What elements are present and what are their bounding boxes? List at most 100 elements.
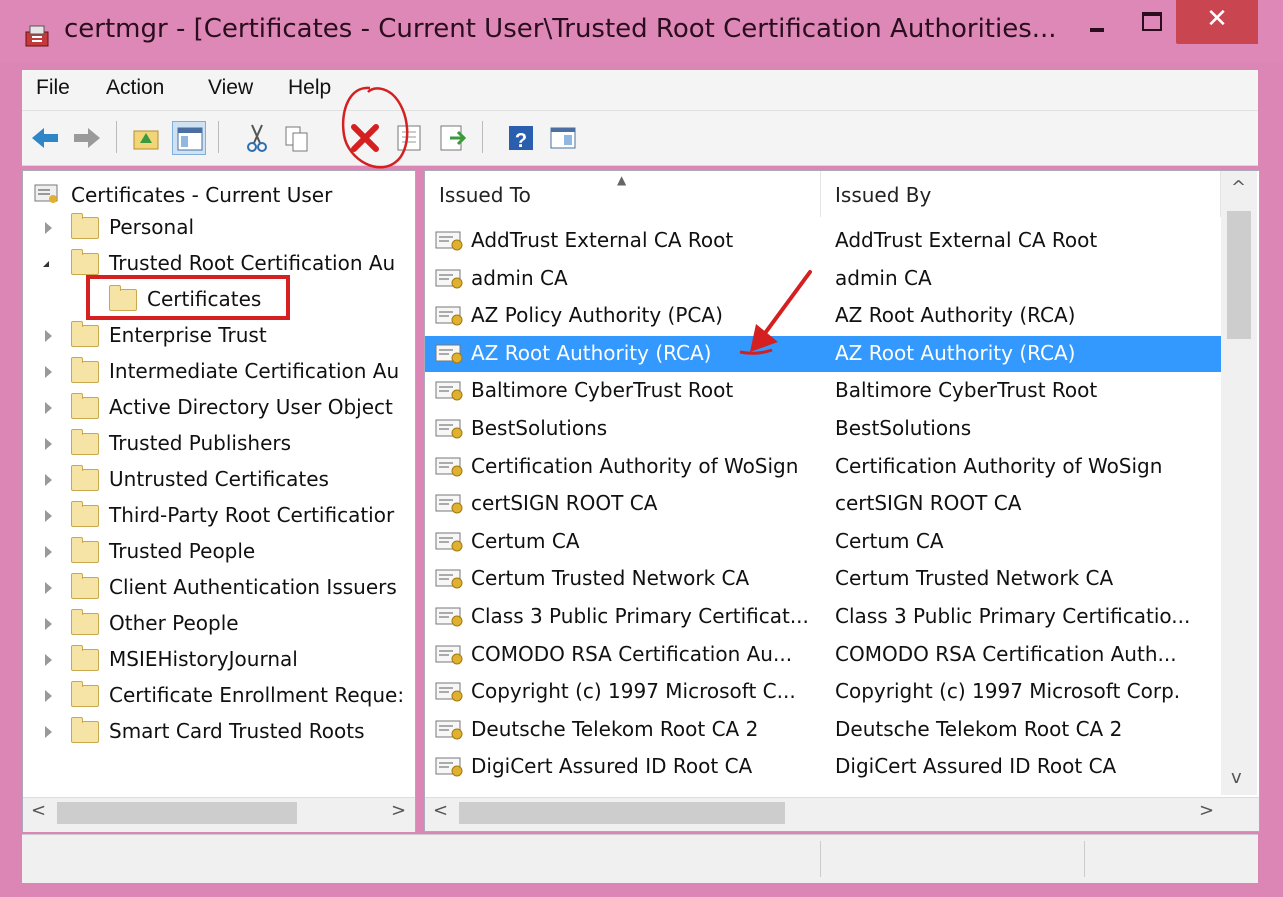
tree-item-client-auth[interactable]: Client Authentication Issuers xyxy=(23,571,413,605)
issued-to-cell: Baltimore CyberTrust Root xyxy=(471,378,734,403)
cut-button[interactable] xyxy=(240,121,274,155)
table-row[interactable]: Certum Trusted Network CA Certum Trusted … xyxy=(425,561,1221,597)
certificate-store-icon xyxy=(34,184,58,203)
issued-by-cell: BestSolutions xyxy=(835,416,972,440)
folder-icon xyxy=(71,537,99,563)
tree-item-third-party[interactable]: Third-Party Root Certificatior xyxy=(23,499,413,533)
help-icon: ? xyxy=(509,126,533,152)
table-row[interactable]: Copyright (c) 1997 Microsoft C... Copyrig… xyxy=(425,674,1221,710)
export-icon xyxy=(440,125,467,151)
scroll-thumb[interactable] xyxy=(1227,211,1251,339)
expand-arrow-icon[interactable] xyxy=(45,726,52,738)
copy-button[interactable] xyxy=(280,121,314,155)
table-row[interactable]: AZ Root Authority (RCA) AZ Root Authority… xyxy=(425,335,1221,372)
table-row[interactable]: Deutsche Telekom Root CA 2 Deutsche Telek… xyxy=(425,712,1221,748)
tree-item-personal[interactable]: Personal xyxy=(23,211,413,245)
certificate-icon xyxy=(435,569,463,589)
issued-to-cell: Certum CA xyxy=(471,528,580,553)
tree-item-label: Active Directory User Object xyxy=(109,395,393,419)
certificate-icon xyxy=(435,682,463,702)
table-row[interactable]: AddTrust External CA Root AddTrust Extern… xyxy=(425,223,1221,259)
expand-arrow-icon[interactable] xyxy=(45,654,52,666)
scroll-thumb[interactable] xyxy=(57,802,297,824)
menu-view[interactable]: View xyxy=(208,76,253,100)
table-row[interactable]: BestSolutions BestSolutions xyxy=(425,411,1221,447)
up-folder-button[interactable] xyxy=(130,121,164,155)
certificate-icon xyxy=(435,344,463,364)
menu-action[interactable]: Action xyxy=(106,76,164,100)
tree-item-untrusted[interactable]: Untrusted Certificates xyxy=(23,463,413,497)
tree-item-label: Enterprise Trust xyxy=(109,323,267,347)
scroll-up-icon[interactable]: ^ xyxy=(1231,177,1246,198)
tree-root-label: Certificates - Current User xyxy=(71,183,333,207)
expand-arrow-icon[interactable] xyxy=(45,546,52,558)
tree-item-trusted-publishers[interactable]: Trusted Publishers xyxy=(23,427,413,461)
show-hide-tree-button[interactable] xyxy=(172,121,206,155)
tree-item-intermediate[interactable]: Intermediate Certification Au xyxy=(23,355,413,389)
tree-item-enrollment[interactable]: Certificate Enrollment Reque: xyxy=(23,679,413,713)
tree-item-label: Trusted People xyxy=(109,539,256,563)
scroll-left-icon[interactable]: < xyxy=(31,800,46,821)
properties-button[interactable] xyxy=(392,121,426,155)
table-row[interactable]: certSIGN ROOT CA certSIGN ROOT CA xyxy=(425,486,1221,522)
table-row[interactable]: Certum CA Certum CA xyxy=(425,524,1221,560)
certificate-icon xyxy=(435,306,463,326)
tree-item-smart-card[interactable]: Smart Card Trusted Roots xyxy=(23,715,413,749)
scroll-right-icon[interactable]: > xyxy=(1199,800,1214,821)
column-header-issued-to[interactable]: Issued To ▲ xyxy=(425,171,821,217)
table-row[interactable]: Baltimore CyberTrust Root Baltimore Cyber… xyxy=(425,373,1221,409)
tree-item-enterprise-trust[interactable]: Enterprise Trust xyxy=(23,319,413,353)
certificate-list: Issued To ▲ Issued By AddTrust External … xyxy=(424,170,1260,832)
table-row[interactable]: DigiCert Assured ID Root CA DigiCert Assu… xyxy=(425,749,1221,785)
table-row[interactable]: Class 3 Public Primary Certificat... Clas… xyxy=(425,599,1221,635)
back-icon xyxy=(32,128,58,148)
tree-item-other-people[interactable]: Other People xyxy=(23,607,413,641)
collapse-arrow-icon[interactable] xyxy=(43,261,49,267)
forward-button[interactable] xyxy=(70,121,104,155)
list-vertical-scrollbar[interactable]: ^ v xyxy=(1221,171,1257,795)
tree-horizontal-scrollbar[interactable]: < > xyxy=(23,797,415,832)
column-header-issued-by[interactable]: Issued By xyxy=(821,171,1221,217)
expand-arrow-icon[interactable] xyxy=(45,222,52,234)
expand-arrow-icon[interactable] xyxy=(45,510,52,522)
export-button[interactable] xyxy=(436,121,470,155)
list-horizontal-scrollbar[interactable]: < > xyxy=(425,797,1259,831)
tree-item-msie-history[interactable]: MSIEHistoryJournal xyxy=(23,643,413,677)
issued-by-cell: AddTrust External CA Root xyxy=(835,228,1098,252)
table-row[interactable]: Certification Authority of WoSign Certifi… xyxy=(425,449,1221,485)
tree-item-label: Client Authentication Issuers xyxy=(109,575,397,599)
close-button[interactable]: ✕ xyxy=(1176,0,1258,44)
expand-arrow-icon[interactable] xyxy=(45,582,52,594)
scroll-down-icon[interactable]: v xyxy=(1231,767,1242,788)
title-bar[interactable]: certmgr - [Certificates - Current User\T… xyxy=(0,0,1283,62)
delete-button[interactable] xyxy=(348,121,382,155)
minimize-button[interactable] xyxy=(1074,0,1120,44)
tree-item-active-directory[interactable]: Active Directory User Object xyxy=(23,391,413,425)
view-button[interactable] xyxy=(546,121,580,155)
svg-text:?: ? xyxy=(515,130,527,152)
help-button[interactable]: ? xyxy=(504,121,538,155)
expand-arrow-icon[interactable] xyxy=(45,402,52,414)
expand-arrow-icon[interactable] xyxy=(45,366,52,378)
expand-arrow-icon[interactable] xyxy=(45,474,52,486)
expand-arrow-icon[interactable] xyxy=(45,330,52,342)
menu-file[interactable]: File xyxy=(36,76,70,100)
certificate-icon xyxy=(435,419,463,439)
expand-arrow-icon[interactable] xyxy=(45,618,52,630)
back-button[interactable] xyxy=(28,121,62,155)
scroll-left-icon[interactable]: < xyxy=(433,800,448,821)
issued-by-cell: COMODO RSA Certification Auth... xyxy=(835,641,1177,666)
table-row[interactable]: AZ Policy Authority (PCA) AZ Root Authori… xyxy=(425,298,1221,334)
menu-help[interactable]: Help xyxy=(288,76,331,100)
expand-arrow-icon[interactable] xyxy=(45,690,52,702)
table-row[interactable]: COMODO RSA Certification Au... COMODO RSA… xyxy=(425,637,1221,673)
folder-icon xyxy=(71,681,99,707)
scroll-right-icon[interactable]: > xyxy=(391,800,406,821)
table-row[interactable]: admin CA admin CA xyxy=(425,261,1221,297)
tree-item-trusted-people[interactable]: Trusted People xyxy=(23,535,413,569)
folder-icon xyxy=(71,393,99,419)
expand-arrow-icon[interactable] xyxy=(45,438,52,450)
issued-by-cell: certSIGN ROOT CA xyxy=(835,491,1022,516)
maximize-button[interactable] xyxy=(1128,0,1174,44)
scroll-thumb[interactable] xyxy=(459,802,785,824)
